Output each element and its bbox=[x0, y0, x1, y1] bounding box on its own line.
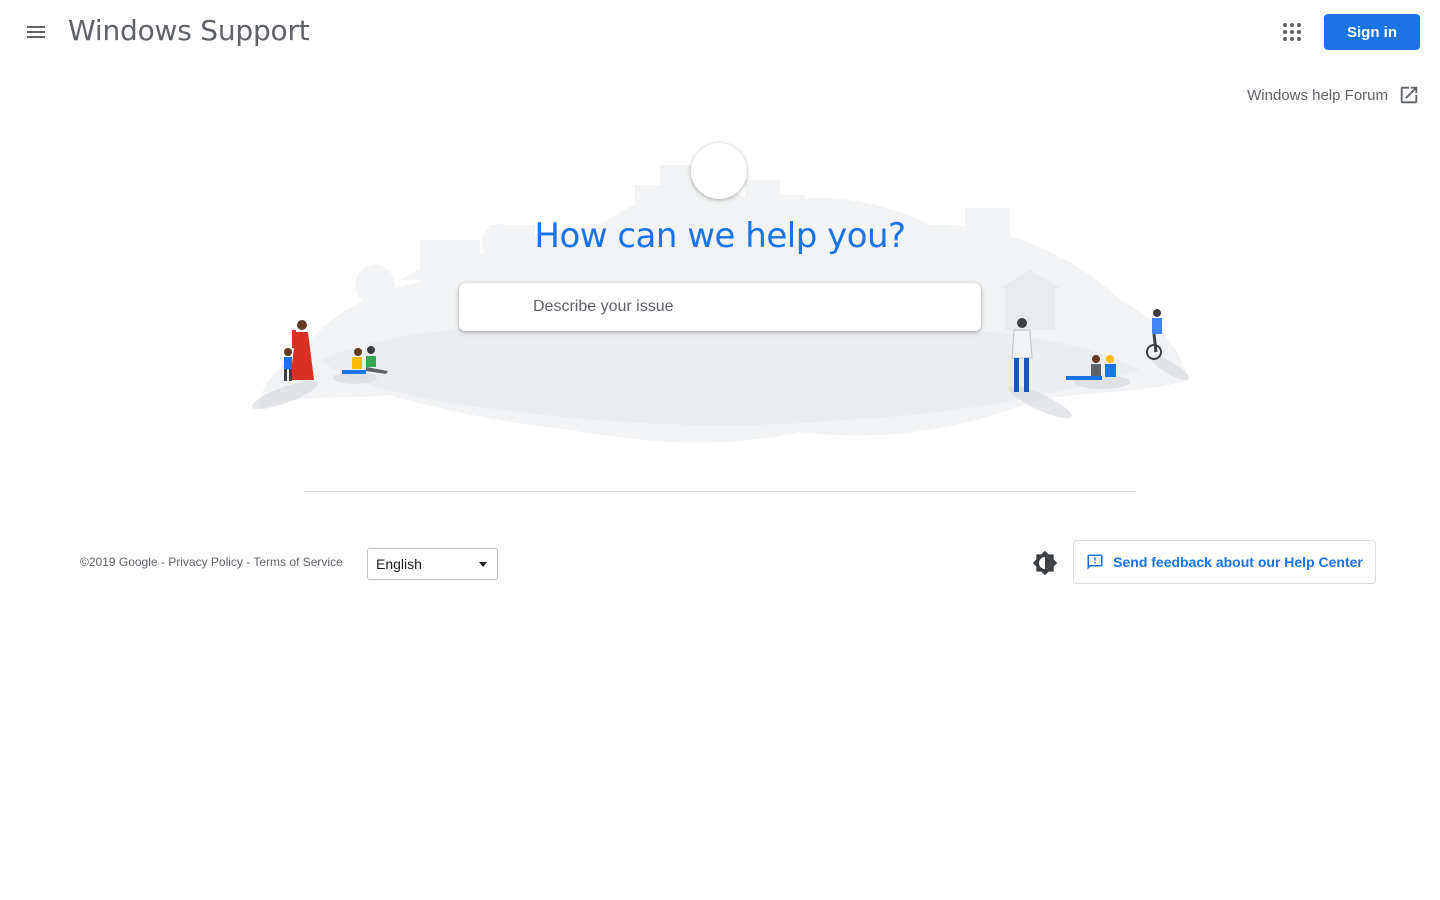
dark-theme-toggle[interactable] bbox=[1030, 548, 1060, 578]
sign-in-button[interactable]: Sign in bbox=[1324, 14, 1420, 50]
language-selected-value: English bbox=[376, 556, 422, 572]
privacy-policy-link[interactable]: Privacy Policy bbox=[168, 555, 243, 569]
search-box[interactable] bbox=[459, 283, 981, 331]
google-apps-button[interactable] bbox=[1272, 12, 1312, 52]
help-forum-label: Windows help Forum bbox=[1247, 86, 1388, 104]
search-input[interactable] bbox=[531, 297, 955, 317]
legal-separator: - bbox=[242, 555, 254, 569]
send-feedback-label: Send feedback about our Help Center bbox=[1113, 554, 1363, 570]
footer-legal: ©2019 Google - Privacy Policy - Terms of… bbox=[80, 555, 343, 569]
terms-of-service-link[interactable]: Terms of Service bbox=[253, 555, 342, 569]
hero-badge-circle bbox=[691, 143, 747, 199]
main-menu-button[interactable] bbox=[16, 12, 56, 52]
legal-separator: - bbox=[157, 555, 169, 569]
app-title[interactable]: Windows Support bbox=[68, 14, 310, 47]
brightness-contrast-icon bbox=[1032, 550, 1058, 576]
send-feedback-button[interactable]: Send feedback about our Help Center bbox=[1073, 540, 1376, 584]
apps-grid-icon bbox=[1283, 23, 1301, 41]
language-select[interactable]: English bbox=[367, 548, 498, 580]
feedback-icon bbox=[1087, 554, 1103, 570]
open-in-new-icon bbox=[1400, 86, 1418, 104]
hero-section: How can we help you? bbox=[240, 130, 1200, 460]
help-forum-link[interactable]: Windows help Forum bbox=[1247, 84, 1420, 106]
top-app-bar: Windows Support Sign in bbox=[0, 0, 1440, 64]
footer-divider bbox=[304, 491, 1136, 492]
copyright-text: ©2019 Google bbox=[80, 555, 158, 569]
dropdown-arrow-icon bbox=[479, 562, 487, 567]
hero-title: How can we help you? bbox=[534, 216, 906, 256]
hamburger-menu-icon bbox=[27, 26, 45, 38]
